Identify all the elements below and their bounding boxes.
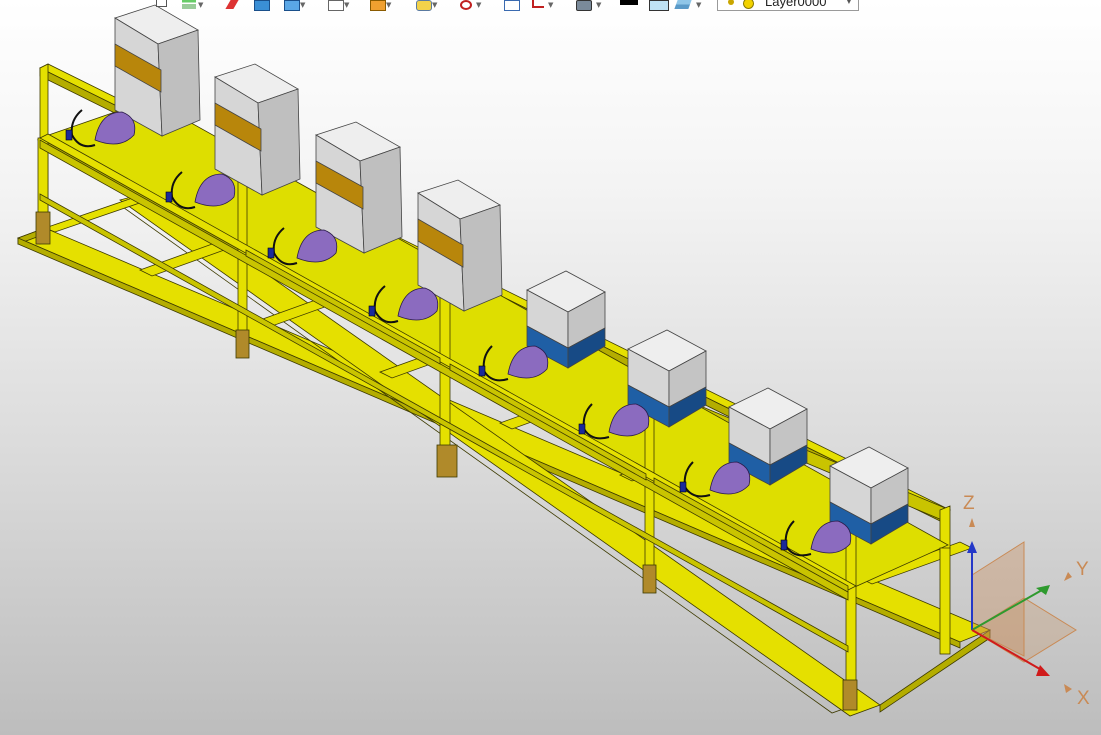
lightbulb-icon bbox=[728, 0, 734, 5]
shelf-surface bbox=[39, 99, 949, 599]
x-axis-label: X bbox=[1077, 688, 1090, 709]
cabinet-2 bbox=[214, 63, 301, 196]
3d-viewport[interactable]: Z Y X ▼ ▼ ▼ ▼ ▼ ▼ ▼ ▼ ▼ Layer0000 ▼ bbox=[0, 0, 1101, 735]
chevron-down-icon[interactable]: ▼ bbox=[476, 1, 481, 9]
z-axis-label: Z bbox=[963, 493, 975, 514]
assembly-model[interactable]: Z Y X bbox=[0, 0, 1101, 735]
target-icon[interactable] bbox=[460, 0, 472, 10]
coordinate-triad: Z Y X bbox=[963, 493, 1090, 709]
wireframe-box-icon[interactable] bbox=[328, 0, 344, 11]
tile-stack-icon[interactable] bbox=[674, 0, 692, 9]
pencil-icon[interactable] bbox=[225, 0, 239, 9]
chevron-down-icon[interactable]: ▼ bbox=[432, 1, 437, 9]
chevron-down-icon[interactable]: ▼ bbox=[386, 1, 391, 9]
chevron-down-icon[interactable]: ▼ bbox=[696, 1, 701, 9]
layers-stack-icon[interactable] bbox=[182, 0, 196, 9]
chevron-down-icon[interactable]: ▼ bbox=[300, 1, 305, 9]
chevron-down-icon[interactable]: ▼ bbox=[198, 1, 203, 9]
chevron-down-icon[interactable]: ▼ bbox=[548, 1, 553, 9]
rotate-view-icon[interactable] bbox=[156, 0, 167, 7]
layer-dropdown[interactable]: Layer0000 ▼ bbox=[717, 0, 859, 11]
sun-icon bbox=[743, 0, 754, 9]
y-axis-label: Y bbox=[1076, 559, 1089, 580]
blue-box-icon[interactable] bbox=[254, 0, 270, 11]
chevron-down-icon[interactable]: ▼ bbox=[596, 1, 601, 9]
chevron-down-icon[interactable]: ▼ bbox=[846, 0, 852, 5]
corner-frame-icon[interactable] bbox=[532, 0, 544, 8]
black-swatch-icon[interactable] bbox=[620, 0, 638, 5]
chevron-down-icon[interactable]: ▼ bbox=[344, 1, 349, 9]
camera-icon[interactable] bbox=[416, 0, 432, 11]
blue-solid-icon[interactable] bbox=[284, 0, 300, 11]
clipboard-icon[interactable] bbox=[504, 0, 520, 11]
monitor-icon[interactable] bbox=[576, 0, 592, 11]
layer-dropdown-value: Layer0000 bbox=[765, 0, 827, 9]
light-blue-swatch-icon[interactable] bbox=[649, 0, 669, 11]
orange-box-icon[interactable] bbox=[370, 0, 386, 11]
